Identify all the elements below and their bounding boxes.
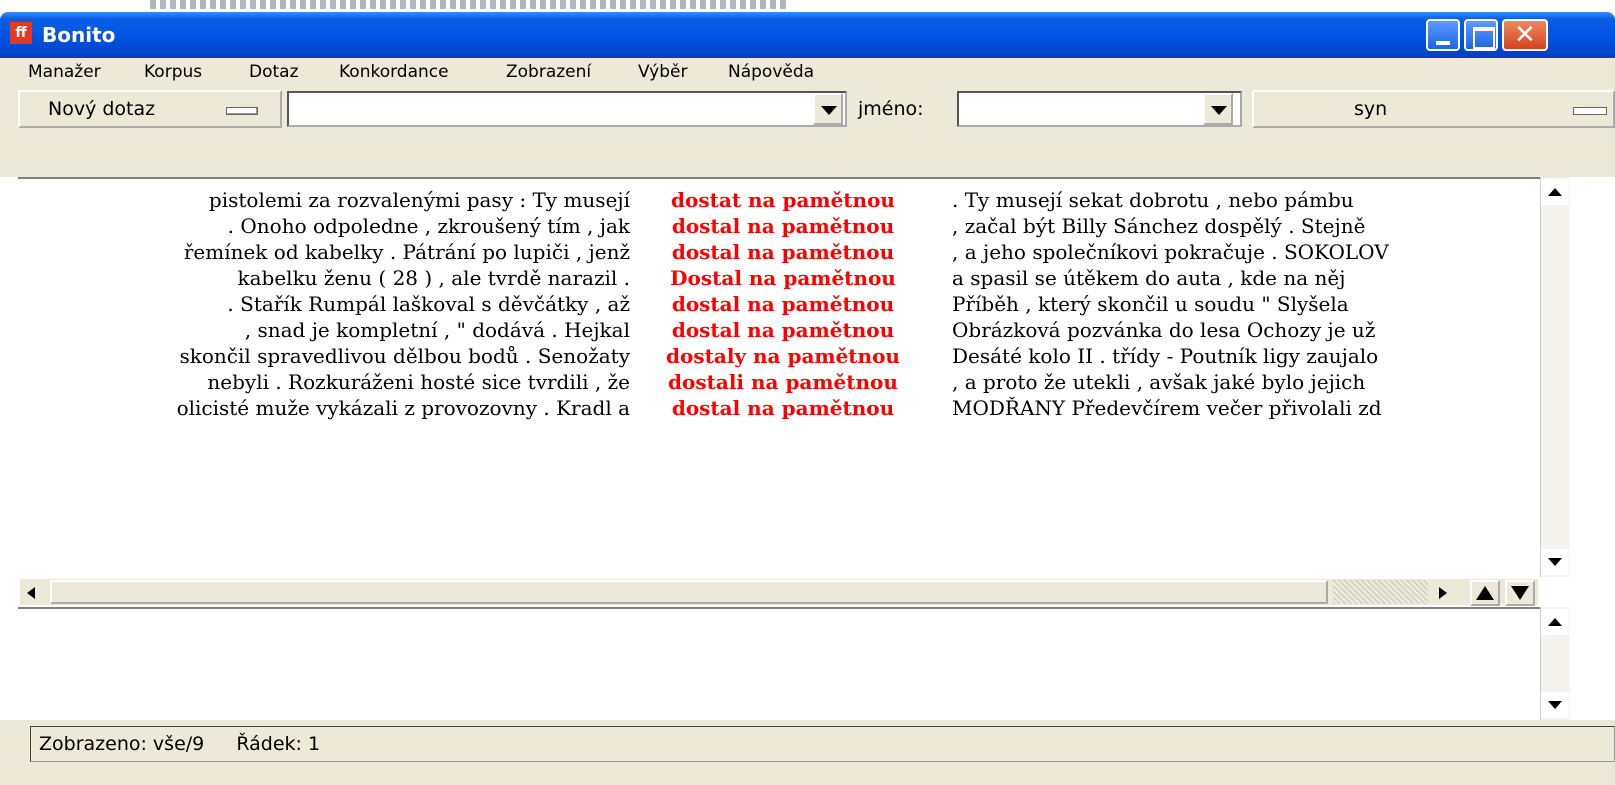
concordance-vertical-scrollbar[interactable] — [1540, 177, 1570, 577]
right-context: Příběh , který skončil u soudu " Slyšela — [952, 292, 1349, 316]
kwic-keyword[interactable]: dostat na pamětnou — [630, 187, 936, 213]
corpus-menubutton[interactable]: syn — [1252, 90, 1615, 128]
menu-napoveda[interactable]: Nápověda — [724, 58, 818, 87]
title-bar — [0, 12, 1615, 58]
name-dropdown-button[interactable] — [1203, 93, 1233, 125]
kwic-keyword[interactable]: dostal na pamětnou — [630, 317, 936, 343]
minimize-icon — [1436, 41, 1450, 45]
scroll-down-button[interactable] — [1541, 692, 1569, 718]
kwic-keyword[interactable]: Dostal na pamětnou — [630, 265, 936, 291]
right-context: a spasil se útěkem do auta , kde na něj — [952, 266, 1346, 290]
horizontal-scroll-thumb[interactable] — [50, 580, 1328, 604]
left-context: skončil spravedlivou dělbou bodů . Senož… — [179, 344, 631, 368]
close-icon: ✕ — [1514, 20, 1536, 50]
menu-manazer[interactable]: Manažer — [24, 58, 105, 87]
left-context: , snad je kompletní , " dodává . Hejkal — [244, 318, 630, 342]
arrow-up-icon — [1548, 618, 1562, 626]
scroll-down-button[interactable] — [1541, 549, 1569, 575]
chevron-down-icon — [1211, 106, 1227, 115]
scroll-left-button[interactable] — [20, 583, 44, 603]
left-context: nebyli . Rozkuráženi hosté sice tvrdili … — [207, 370, 630, 394]
detail-text-pane[interactable] — [18, 607, 1540, 720]
right-context: , začal být Billy Sánchez dospělý . Stej… — [952, 214, 1366, 238]
left-context: kabelku ženu ( 28 ) , ale tvrdě narazil … — [237, 266, 630, 290]
concordance-row[interactable]: řemínek od kabelky . Pátrání po lupiči ,… — [18, 239, 1540, 265]
scroll-up-button[interactable] — [1541, 179, 1569, 205]
arrow-right-icon — [1439, 587, 1447, 599]
arrow-down-icon — [1548, 701, 1562, 709]
detail-vertical-scrollbar[interactable] — [1540, 607, 1570, 720]
status-field: Zobrazeno: vše/9 Řádek: 1 — [30, 726, 1615, 762]
menu-zobrazeni[interactable]: Zobrazení — [502, 58, 595, 87]
triangle-up-icon — [1476, 586, 1494, 600]
concordance-view[interactable]: pistolemi za rozvalenými pasy : Ty musej… — [18, 177, 1540, 577]
query-type-menubutton[interactable]: Nový dotaz — [18, 90, 282, 128]
concordance-row[interactable]: olicisté muže vykázali z provozovny . Kr… — [18, 395, 1540, 421]
concordance-row[interactable]: . Stařík Rumpál laškoval s děvčátky , až… — [18, 291, 1540, 317]
scroll-right-button[interactable] — [1430, 583, 1454, 603]
window-title: Bonito — [42, 23, 116, 47]
minimize-button[interactable] — [1426, 19, 1460, 51]
kwic-keyword[interactable]: dostal na pamětnou — [630, 395, 936, 421]
kwic-keyword[interactable]: dostal na pamětnou — [630, 291, 936, 317]
horizontal-scroll-track[interactable] — [1333, 580, 1428, 604]
arrow-up-icon — [1548, 188, 1562, 196]
maximize-icon — [1473, 27, 1495, 49]
kwic-keyword[interactable]: dostal na pamětnou — [630, 213, 936, 239]
corpus-label: syn — [1354, 98, 1388, 120]
left-context: pistolemi za rozvalenými pasy : Ty musej… — [208, 188, 630, 212]
bonito-logo-icon[interactable]: ff — [10, 22, 32, 44]
menu-dotaz[interactable]: Dotaz — [245, 58, 303, 87]
menu-konkordance[interactable]: Konkordance — [335, 58, 453, 87]
close-button[interactable]: ✕ — [1502, 19, 1548, 51]
concordance-row[interactable]: skončil spravedlivou dělbou bodů . Senož… — [18, 343, 1540, 369]
pane-down-button[interactable] — [1505, 580, 1535, 606]
menu-korpus[interactable]: Korpus — [140, 58, 206, 87]
left-context: . Onoho odpoledne , zkroušený tím , jak — [227, 214, 630, 238]
arrow-left-icon — [27, 587, 35, 599]
left-context: olicisté muže vykázali z provozovny . Kr… — [176, 396, 630, 420]
kwic-keyword[interactable]: dostal na pamětnou — [630, 239, 936, 265]
arrow-down-icon — [1548, 558, 1562, 566]
chevron-down-icon — [821, 106, 837, 115]
right-context: Obrázková pozvánka do lesa Ochozy je už — [952, 318, 1376, 342]
menu-vyber[interactable]: Výběr — [634, 58, 691, 87]
right-context: , a proto že utekli , avšak jaké bylo je… — [952, 370, 1366, 394]
option-menu-indicator-icon — [226, 107, 258, 115]
name-combobox[interactable] — [957, 91, 1242, 127]
right-context: , a jeho společníkovi pokračuje . SOKOLO… — [952, 240, 1389, 264]
right-context: MODŘANY Předevčírem večer přivolali zd — [952, 396, 1382, 420]
status-shown: Zobrazeno: vše/9 — [39, 733, 205, 755]
left-context: . Stařík Rumpál laškoval s děvčátky , až — [227, 292, 630, 316]
concordance-row[interactable]: kabelku ženu ( 28 ) , ale tvrdě narazil … — [18, 265, 1540, 291]
option-menu-indicator-icon — [1573, 107, 1607, 115]
query-combobox[interactable] — [287, 91, 847, 127]
scroll-up-button[interactable] — [1541, 609, 1569, 635]
right-context: Desáté kolo II . třídy - Poutník ligy za… — [952, 344, 1379, 368]
pane-up-button[interactable] — [1470, 580, 1500, 606]
name-label: jméno: — [858, 98, 924, 120]
triangle-down-icon — [1511, 586, 1529, 600]
kwic-keyword[interactable]: dostaly na pamětnou — [630, 343, 936, 369]
menu-bar: Manažer Korpus Dotaz Konkordance Zobraze… — [0, 58, 1615, 87]
right-context: . Ty musejí sekat dobrotu , nebo pámbu — [952, 188, 1354, 212]
query-type-label: Nový dotaz — [48, 98, 156, 120]
concordance-row[interactable]: pistolemi za rozvalenými pasy : Ty musej… — [18, 187, 1540, 213]
concordance-row[interactable]: , snad je kompletní , " dodává . Hejkal … — [18, 317, 1540, 343]
concordance-row[interactable]: nebyli . Rozkuráženi hosté sice tvrdili … — [18, 369, 1540, 395]
query-dropdown-button[interactable] — [813, 93, 843, 125]
left-context: řemínek od kabelky . Pátrání po lupiči ,… — [183, 240, 630, 264]
status-row: Řádek: 1 — [236, 733, 321, 755]
maximize-button[interactable] — [1464, 19, 1498, 51]
kwic-keyword[interactable]: dostali na pamětnou — [630, 369, 936, 395]
concordance-row[interactable]: . Onoho odpoledne , zkroušený tím , jak … — [18, 213, 1540, 239]
